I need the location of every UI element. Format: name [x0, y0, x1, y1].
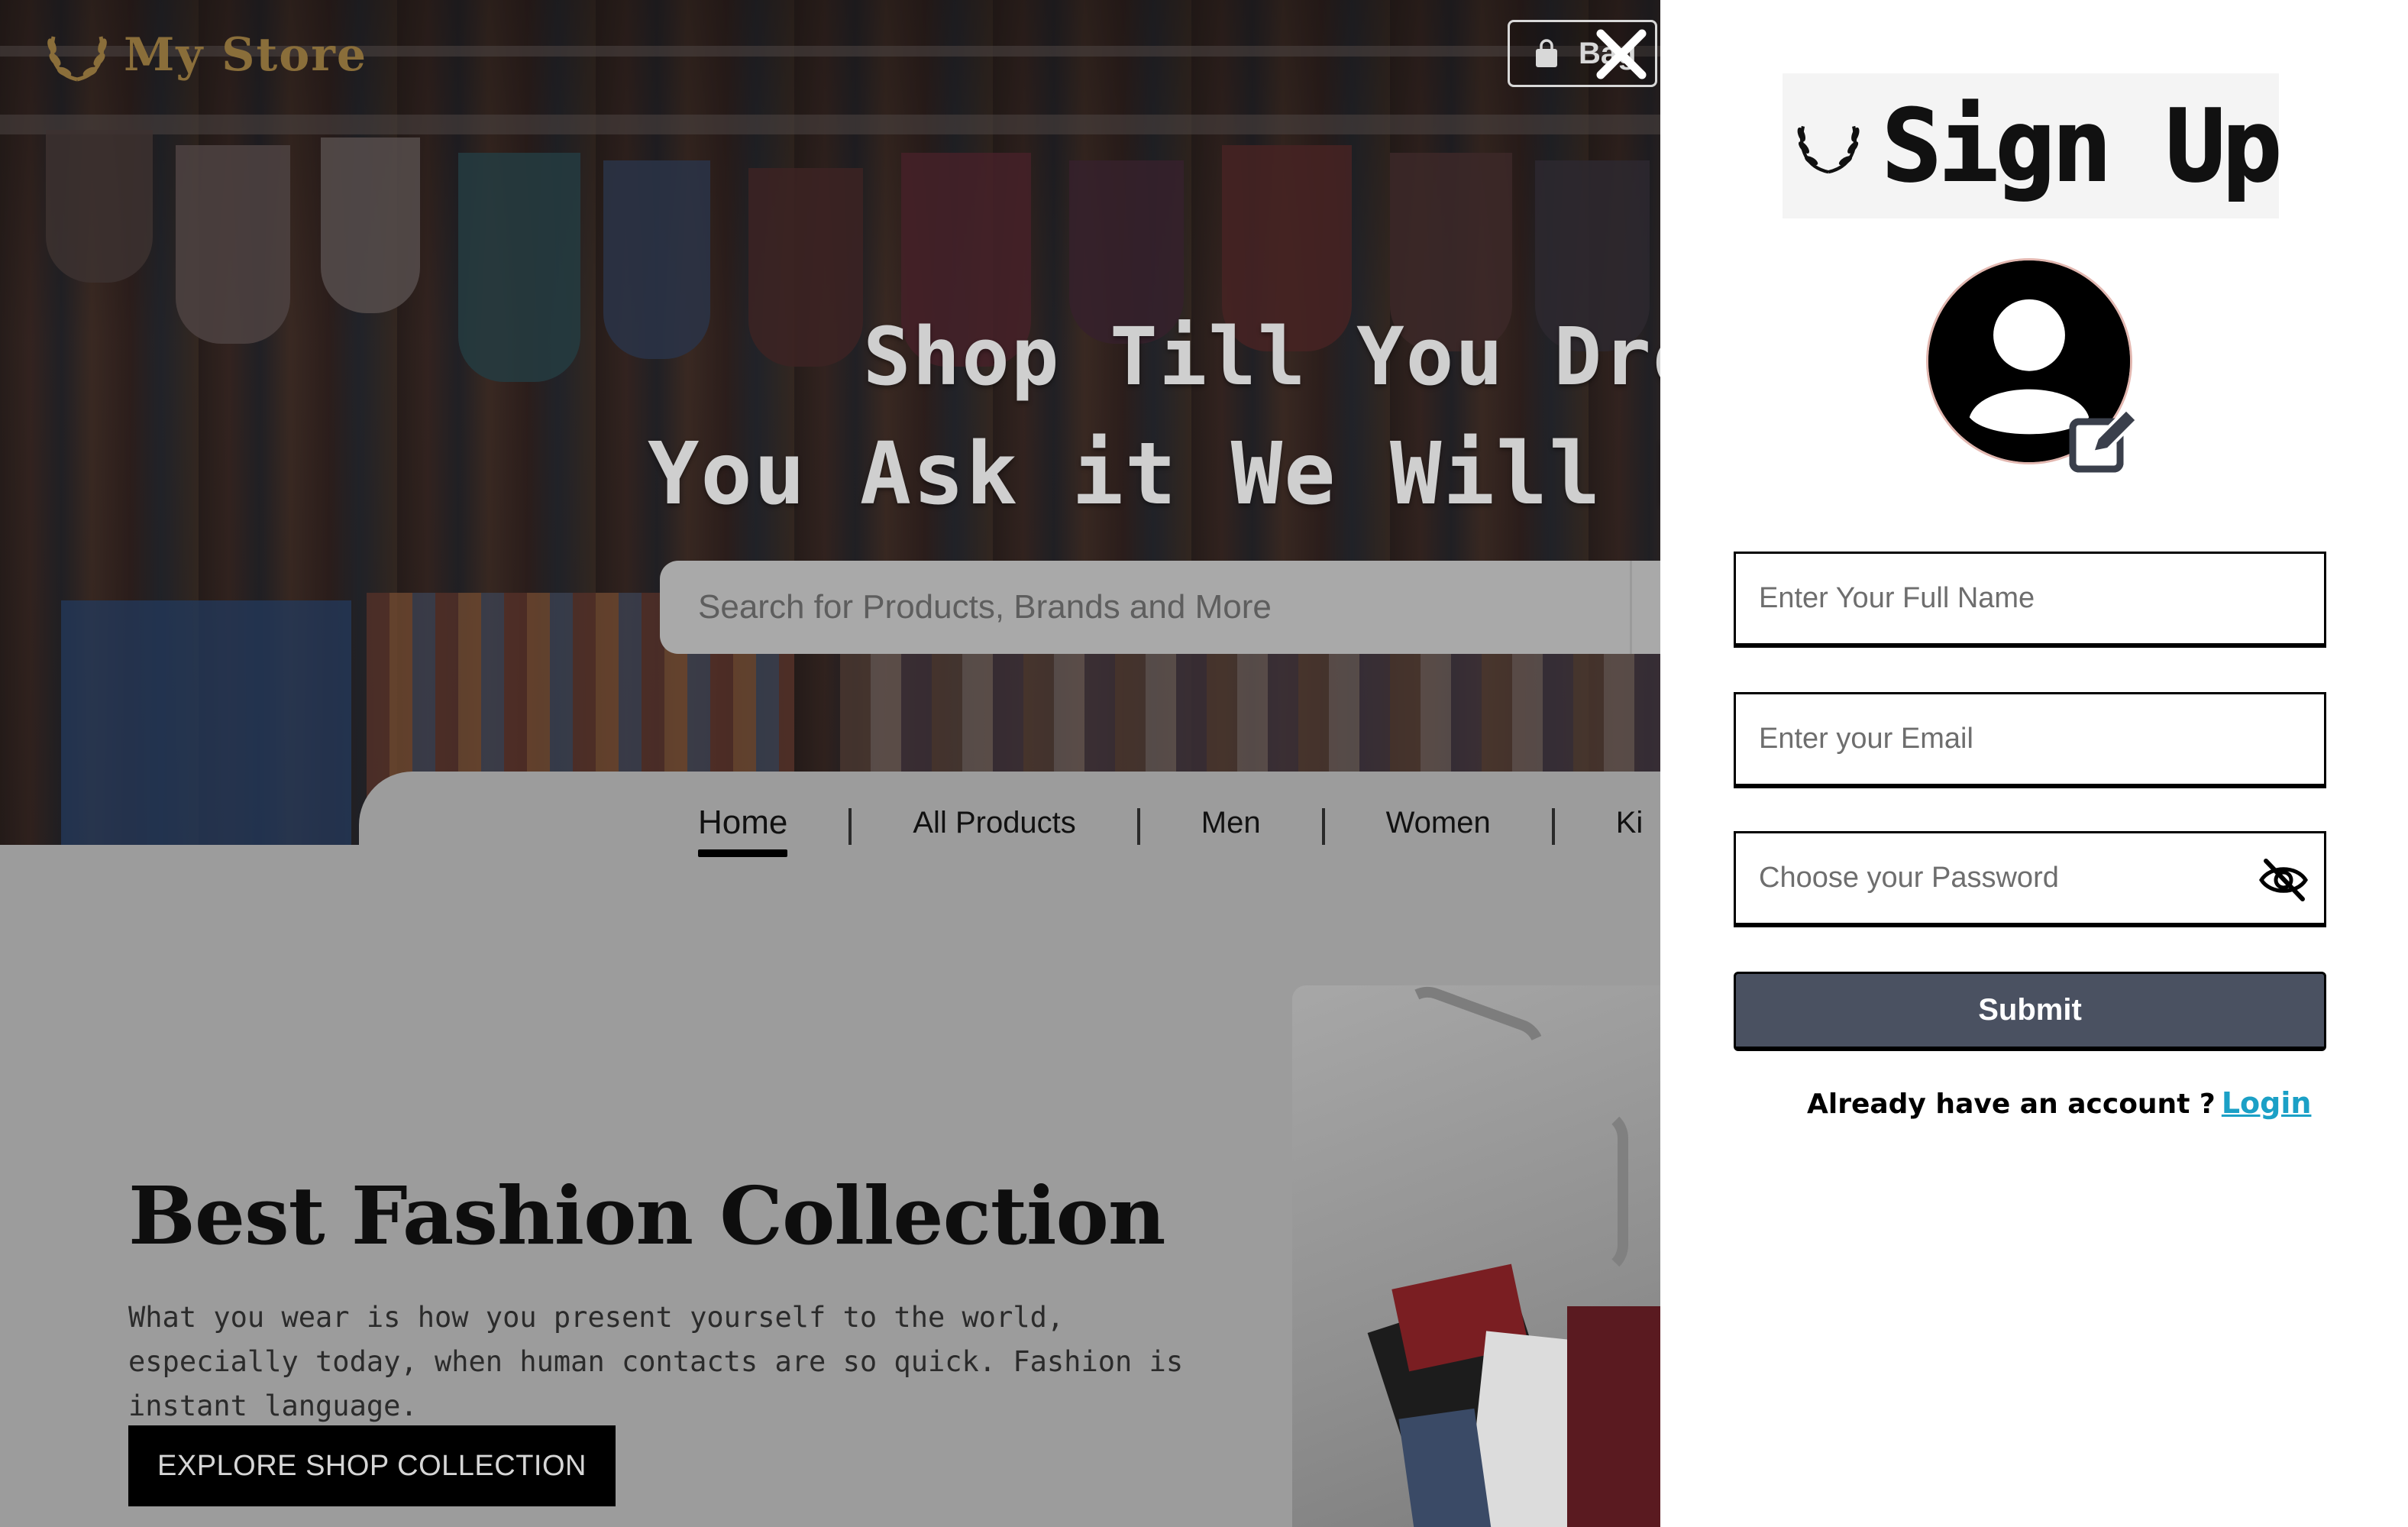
password-input[interactable]	[1736, 833, 2324, 923]
laurel-wreath-icon	[1797, 125, 1860, 174]
submit-button[interactable]: Submit	[1734, 972, 2326, 1051]
signup-title: Sign Up	[1881, 87, 2283, 205]
email-input[interactable]	[1736, 694, 2324, 784]
edit-avatar-button[interactable]	[2067, 405, 2143, 474]
modal-backdrop[interactable]	[0, 0, 1662, 1527]
toggle-password-button[interactable]	[2257, 855, 2310, 905]
full-name-input[interactable]	[1736, 554, 2324, 643]
login-link[interactable]: Login	[2222, 1086, 2312, 1120]
full-name-field	[1734, 552, 2326, 648]
login-prompt: Already have an account ? Login	[1807, 1086, 2311, 1120]
password-field	[1734, 831, 2326, 927]
eye-slash-icon	[2259, 859, 2308, 901]
email-field	[1734, 692, 2326, 788]
edit-icon	[2069, 407, 2139, 473]
close-icon	[1596, 29, 1647, 79]
login-prompt-text: Already have an account ?	[1807, 1089, 2216, 1120]
close-modal-button[interactable]	[1590, 23, 1653, 86]
signup-header: Sign Up	[1783, 73, 2283, 218]
store-page: My Store Bag Shop Till You Drop You Ask …	[0, 0, 1662, 1527]
